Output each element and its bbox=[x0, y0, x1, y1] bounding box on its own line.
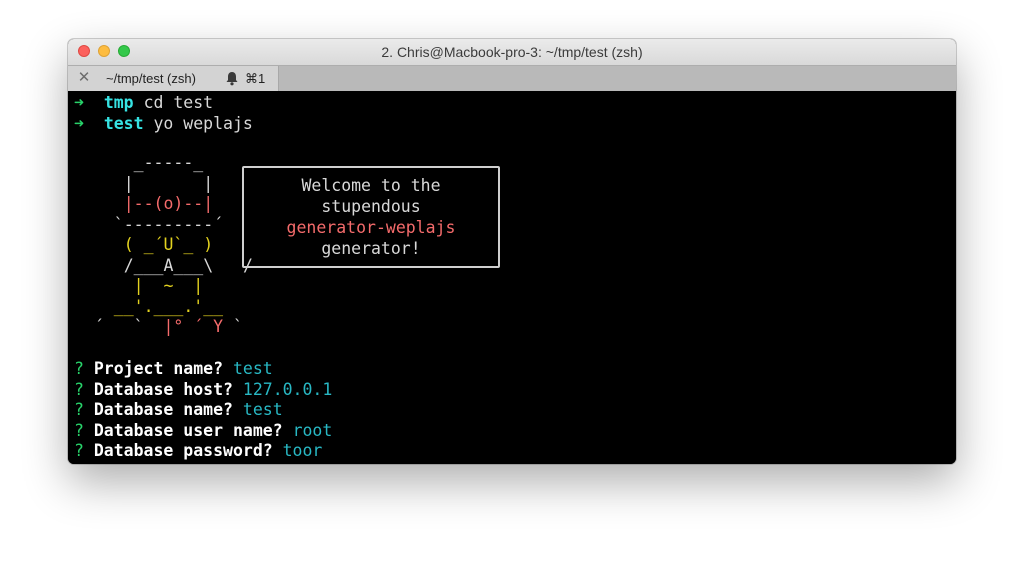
question-marker: ? bbox=[74, 421, 84, 440]
prompt-answer: test bbox=[242, 400, 283, 419]
art-line: ( _´U`_ ) bbox=[84, 235, 214, 254]
tab-label: ~/tmp/test (zsh) bbox=[106, 71, 196, 86]
close-tab-icon[interactable]: ✕ bbox=[76, 68, 92, 88]
command-line: ➜ test yo weplajs bbox=[74, 113, 253, 134]
art-line: __'.___.'__ bbox=[84, 296, 224, 316]
prompt-line: ? Project name? test bbox=[74, 358, 273, 379]
terminal-window: 2. Chris@Macbook-pro-3: ~/tmp/test (zsh)… bbox=[68, 39, 956, 464]
prompt-answer: toor bbox=[282, 441, 323, 460]
prompt-arrow-icon: ➜ bbox=[74, 93, 84, 112]
prompt-answer: root bbox=[292, 421, 333, 440]
welcome-line: Welcome to the bbox=[301, 176, 441, 195]
art-line: |--(o)--| bbox=[84, 194, 214, 213]
prompt-answer: test bbox=[232, 359, 273, 378]
art-line: _-----_ bbox=[84, 153, 204, 172]
window-title: 2. Chris@Macbook-pro-3: ~/tmp/test (zsh) bbox=[381, 44, 643, 60]
prompt-question: Project name? bbox=[93, 359, 224, 378]
prompt-question: Database name? bbox=[93, 400, 233, 419]
tab-shortcut: ⌘1 bbox=[245, 71, 266, 86]
welcome-line: stupendous bbox=[321, 197, 421, 216]
art-line: | ~ | bbox=[84, 276, 204, 295]
art-line: |° ´ Y bbox=[163, 317, 224, 336]
prompt-line: ? Database host? 127.0.0.1 bbox=[74, 379, 332, 400]
command-text: cd test bbox=[143, 93, 214, 112]
welcome-line: generator! bbox=[321, 239, 421, 258]
prompt-directory: test bbox=[103, 114, 144, 133]
question-marker: ? bbox=[74, 400, 84, 419]
prompt-line: ? Database password? toor bbox=[74, 440, 322, 461]
question-marker: ? bbox=[74, 359, 84, 378]
prompt-arrow-icon: ➜ bbox=[74, 114, 84, 133]
title-bar[interactable]: 2. Chris@Macbook-pro-3: ~/tmp/test (zsh) bbox=[68, 39, 956, 65]
tab-bar: ✕ ~/tmp/test (zsh) ⌘1 bbox=[68, 65, 956, 91]
art-line: `---------´ bbox=[84, 214, 224, 234]
prompt-line: ? Database name? test bbox=[74, 399, 283, 420]
prompt-question: Database host? bbox=[93, 380, 233, 399]
prompt-question: Database user name? bbox=[93, 421, 283, 440]
bell-icon bbox=[226, 72, 238, 86]
prompt-line: ? Database user name? root bbox=[74, 420, 332, 441]
command-text: yo weplajs bbox=[153, 114, 253, 133]
welcome-speech-bubble: Welcome to the stupendous generator-wepl… bbox=[242, 166, 500, 268]
art-line: ` bbox=[223, 317, 243, 336]
prompt-directory: tmp bbox=[103, 93, 134, 112]
question-marker: ? bbox=[74, 441, 84, 460]
yeoman-ascii-art: _-----_ | | |--(o)--| `---------´ ( _´U`… bbox=[84, 153, 253, 338]
tab-zsh[interactable]: ✕ ~/tmp/test (zsh) ⌘1 bbox=[68, 66, 279, 91]
question-marker: ? bbox=[74, 380, 84, 399]
command-line: ➜ tmp cd test bbox=[74, 92, 213, 113]
prompt-answer: 127.0.0.1 bbox=[242, 380, 333, 399]
terminal-output[interactable]: ➜ tmp cd test ➜ test yo weplajs _-----_ … bbox=[68, 91, 956, 464]
prompt-question: Database password? bbox=[93, 441, 273, 460]
art-line: | | bbox=[84, 173, 214, 193]
art-line: /___A___\ / bbox=[84, 255, 253, 275]
generator-name: generator-weplajs bbox=[286, 218, 456, 237]
art-line: ´ ` bbox=[84, 317, 164, 336]
